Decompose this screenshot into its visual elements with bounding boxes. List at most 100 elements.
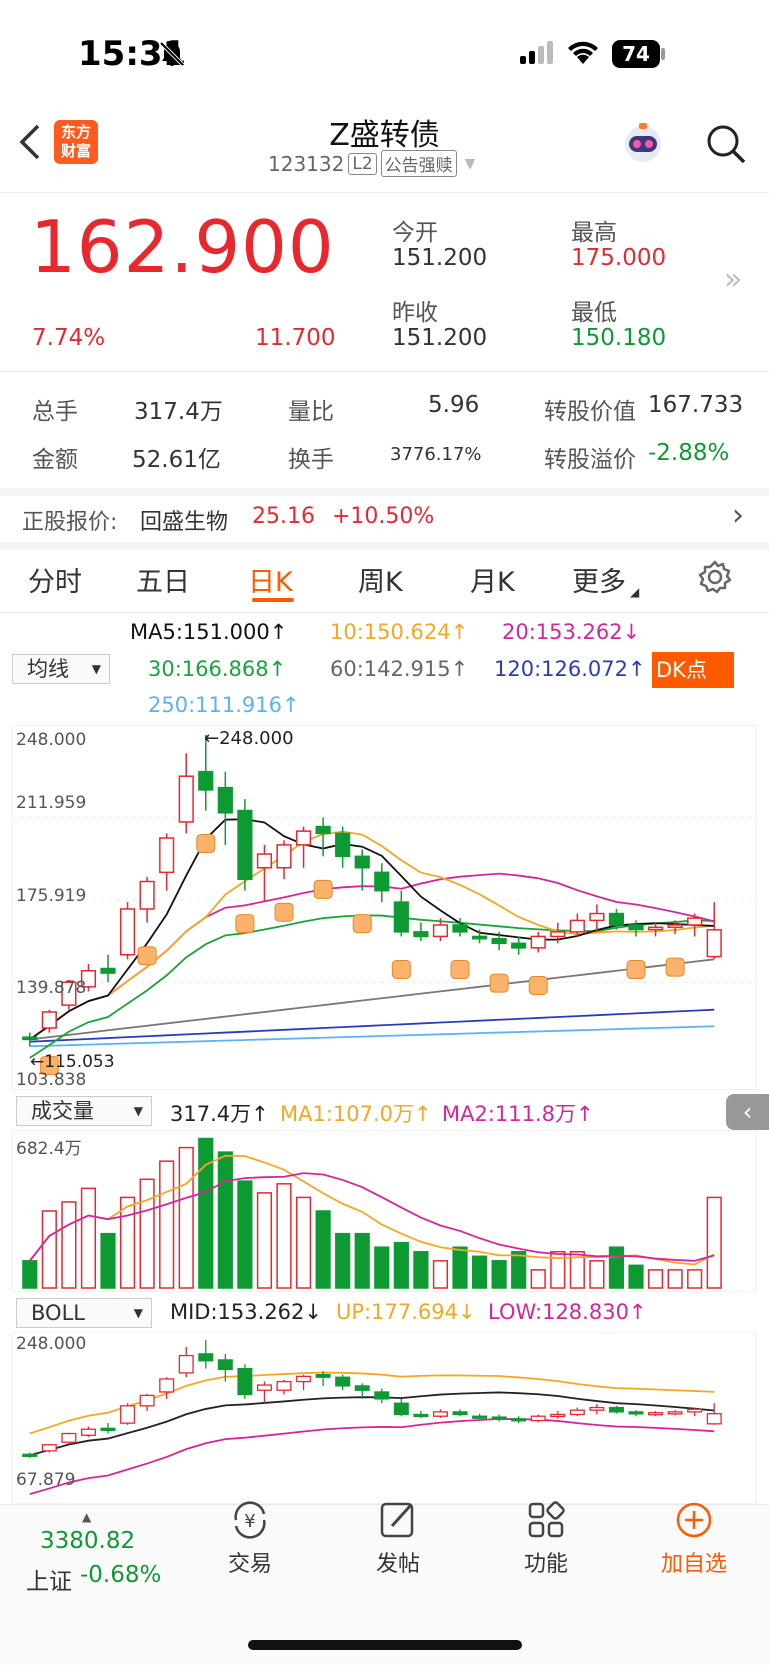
add-watchlist-label: 加自选 [660,1552,727,1577]
volume-bar [589,1260,605,1289]
index-value[interactable]: 3380.82 [40,1528,135,1554]
candle-body [550,931,566,938]
candle-body [452,924,468,933]
robot-assistant-icon[interactable] [620,120,666,166]
signal-icon [520,41,553,64]
post-button[interactable]: 发帖 [372,1500,424,1578]
index-name[interactable]: 上证 [26,1562,72,1596]
t-signal-marker [352,914,372,934]
volume-bar [80,1187,97,1289]
boll-candle-body [491,1416,507,1420]
boll-candle-body [159,1378,175,1393]
index-change[interactable]: -0.68% [80,1562,161,1588]
tab-daily-k[interactable]: 日K [248,560,293,599]
candle-body [119,908,136,956]
boll-candle-body [296,1375,312,1383]
grid-icon [528,1501,565,1538]
battery-level: 74 [622,42,650,66]
t-signal-marker [313,879,333,899]
volume-bar [139,1178,155,1289]
candle-body [589,912,605,922]
candle-body [647,926,664,931]
volume-bar [511,1251,527,1289]
tab-more[interactable]: 更多 [572,560,626,599]
boll-candle-body [80,1428,96,1436]
open-label: 今开 [392,220,438,246]
ma20-legend: 20:153.262↓ [502,620,641,644]
boll-chart[interactable] [12,1332,757,1504]
tab-monthly-k[interactable]: 月K [470,560,515,599]
volume-bar [393,1241,409,1289]
boll-candle-body [120,1405,136,1424]
ma10-legend: 10:150.624↑ [330,620,469,644]
tab-intraday[interactable]: 分时 [28,560,82,599]
vol-ratio-label: 量比 [288,399,334,425]
change-percent: 7.74% [32,325,106,351]
t-signal-marker [235,914,255,934]
search-icon[interactable] [704,122,748,166]
underlying-stock-row[interactable]: 正股报价: 回盛生物 25.16 +10.50% › [0,496,769,542]
change-amount: 11.700 [255,325,336,351]
boll-candle-body [178,1354,194,1374]
trade-button[interactable]: ¥ 交易 [224,1500,276,1578]
volume-bar [119,1196,136,1289]
level2-badge: L2 [348,152,377,175]
boll-candle-body [530,1415,546,1422]
volume-bar [22,1260,38,1289]
volume-label: 总手 [32,399,78,425]
turnover-label: 换手 [288,447,334,473]
boll-low-legend: LOW:128.830↑ [488,1300,647,1324]
volume-bar [432,1260,449,1289]
volume-bar [237,1180,253,1289]
dk-point-button[interactable]: DK点 [652,652,734,688]
divider [0,371,769,372]
vol-ratio-value: 5.96 [428,392,480,418]
boll-candle-body [432,1411,448,1417]
settings-gear-icon[interactable] [698,560,732,594]
function-button[interactable]: 功能 [520,1500,572,1578]
boll-candle-body [41,1444,57,1452]
candle-body [530,935,546,949]
boll-axis-top: 248.000 [16,1334,87,1354]
t-signal-marker [665,957,685,977]
volume-bar [335,1232,351,1289]
conv-value-label: 转股价值 [544,399,636,425]
candle-body [706,929,722,958]
last-price: 162.900 [30,205,335,289]
t-signal-marker [450,959,470,979]
expand-chevron-icon[interactable]: » [724,262,742,297]
boll-selector[interactable]: BOLL ▼ [16,1298,152,1328]
volume-bar [628,1264,644,1289]
tab-weekly-k[interactable]: 周K [358,560,403,599]
low-label: 最低 [571,300,617,326]
volume-selector[interactable]: 成交量 ▼ [16,1096,152,1126]
volume-bar [354,1232,370,1289]
boll-candle-body [687,1408,703,1413]
collapse-panel-icon[interactable]: ‹ [726,1094,769,1130]
boll-candle-body [61,1432,77,1443]
add-watchlist-button[interactable]: 加自选 [656,1500,732,1578]
boll-candle-body [569,1409,585,1416]
candle-body [178,775,194,823]
notice-badge[interactable]: 公告强赎 [380,150,457,177]
dropdown-icon[interactable]: ▼ [465,156,476,172]
candlestick-chart[interactable] [12,725,757,1090]
candle-body [41,1011,57,1029]
amount-value: 52.61亿 [132,447,221,473]
trade-icon: ¥ [234,1501,266,1539]
boll-candle-body [256,1384,272,1391]
candle-body [413,931,429,938]
volume-bar [706,1196,722,1289]
edit-icon [380,1502,414,1538]
boll-candle-body [354,1385,370,1391]
volume-chart[interactable] [12,1130,757,1292]
tab-five-day[interactable]: 五日 [136,560,190,599]
underlying-label: 正股报价: [22,510,118,535]
add-circle-icon [676,1502,712,1538]
amount-label: 金额 [32,447,78,473]
candle-body [100,967,116,974]
ma-selector[interactable]: 均线 ▼ [12,654,110,684]
high-value: 175.000 [571,245,667,271]
post-label: 发帖 [375,1552,420,1577]
boll-candle-body [589,1406,605,1411]
